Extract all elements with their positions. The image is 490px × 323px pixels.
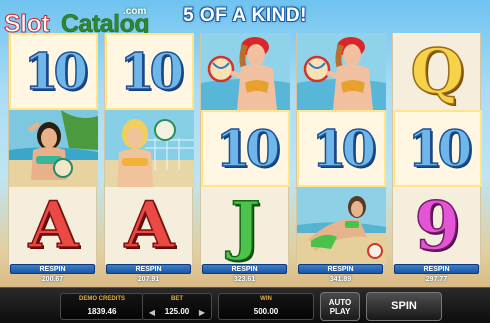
respin-cost: 200.67 [41, 276, 64, 283]
symbol-cell: 10 [393, 110, 482, 187]
symbol-ten: 10 [311, 118, 377, 178]
symbol-9: 9 [414, 187, 461, 264]
reel-2: 10 A [104, 33, 194, 265]
respin-cost: 297.77 [425, 276, 448, 283]
respin-cost: 341.89 [329, 276, 352, 283]
game-screen: Slot Catalog .com 5 OF A KIND! 10 A RESPI… [0, 0, 490, 323]
bet-decrease-button[interactable]: ◀ [147, 308, 157, 318]
symbol-a: A [124, 187, 175, 263]
symbol-cell: A [9, 187, 98, 264]
reel-5: Q 10 9 [392, 33, 482, 265]
win-banner: 5 OF A KIND! [183, 5, 307, 26]
reel-1: 10 A [8, 33, 98, 265]
girl-dark-hair-picture [9, 110, 98, 187]
control-bar: DEMO CREDITS 1839.46 BET 125.00 ◀ ▶ WIN … [0, 287, 490, 323]
girl-red-cap-picture [201, 33, 290, 110]
respin-button[interactable]: RESPIN [106, 264, 191, 274]
spin-button[interactable]: SPIN [366, 292, 442, 321]
symbol-girl-dark-hair [9, 110, 98, 187]
credits-display: DEMO CREDITS 1839.46 [60, 293, 144, 320]
symbol-ten: 10 [119, 41, 185, 101]
symbol-cell: 10 [9, 33, 98, 110]
symbol-a: A [28, 187, 79, 263]
respin-button[interactable]: RESPIN [394, 264, 479, 274]
symbol-cell: J [201, 187, 290, 264]
symbol-girl-green-bikini [297, 187, 386, 264]
symbol-j: J [230, 187, 262, 263]
symbol-girl-red-cap [297, 33, 386, 110]
symbol-cell: 10 [105, 33, 194, 110]
symbol-girl-red-cap [201, 33, 290, 110]
win-display: WIN 500.00 [218, 293, 314, 320]
win-value: 500.00 [253, 307, 279, 316]
reel-grid: 10 A RESPIN 200.67 10 A RESPIN 207.91 10… [8, 33, 482, 283]
symbol-ten: 10 [215, 118, 281, 178]
symbol-girl-blonde-volleyball [105, 110, 194, 187]
reel-3: 10 J [200, 33, 290, 265]
symbol-cell: 10 [201, 110, 290, 187]
respin-cost: 323.61 [233, 276, 256, 283]
credits-label: DEMO CREDITS [78, 296, 125, 302]
symbol-q: Q [410, 34, 466, 108]
girl-red-cap-picture [297, 33, 386, 110]
reel-4: 10 [296, 33, 386, 265]
symbol-cell: A [105, 187, 194, 264]
respin-cost: 207.91 [137, 276, 160, 283]
symbol-cell: Q [393, 33, 482, 110]
credits-value: 1839.46 [87, 307, 117, 316]
symbol-cell: 9 [393, 187, 482, 264]
girl-blonde-volleyball-picture [105, 110, 194, 187]
symbol-ten: 10 [407, 118, 473, 178]
bet-increase-button[interactable]: ▶ [197, 308, 207, 318]
symbol-cell: 10 [297, 110, 386, 187]
win-label: WIN [260, 296, 272, 302]
respin-button[interactable]: RESPIN [10, 264, 95, 274]
respin-button[interactable]: RESPIN [298, 264, 383, 274]
bet-label: BET [171, 296, 183, 302]
respin-button[interactable]: RESPIN [202, 264, 287, 274]
symbol-ten: 10 [23, 41, 89, 101]
bet-display: BET 125.00 ◀ ▶ [142, 293, 212, 320]
girl-green-bikini-picture [297, 187, 386, 264]
autoplay-button[interactable]: AUTO PLAY [320, 292, 360, 321]
